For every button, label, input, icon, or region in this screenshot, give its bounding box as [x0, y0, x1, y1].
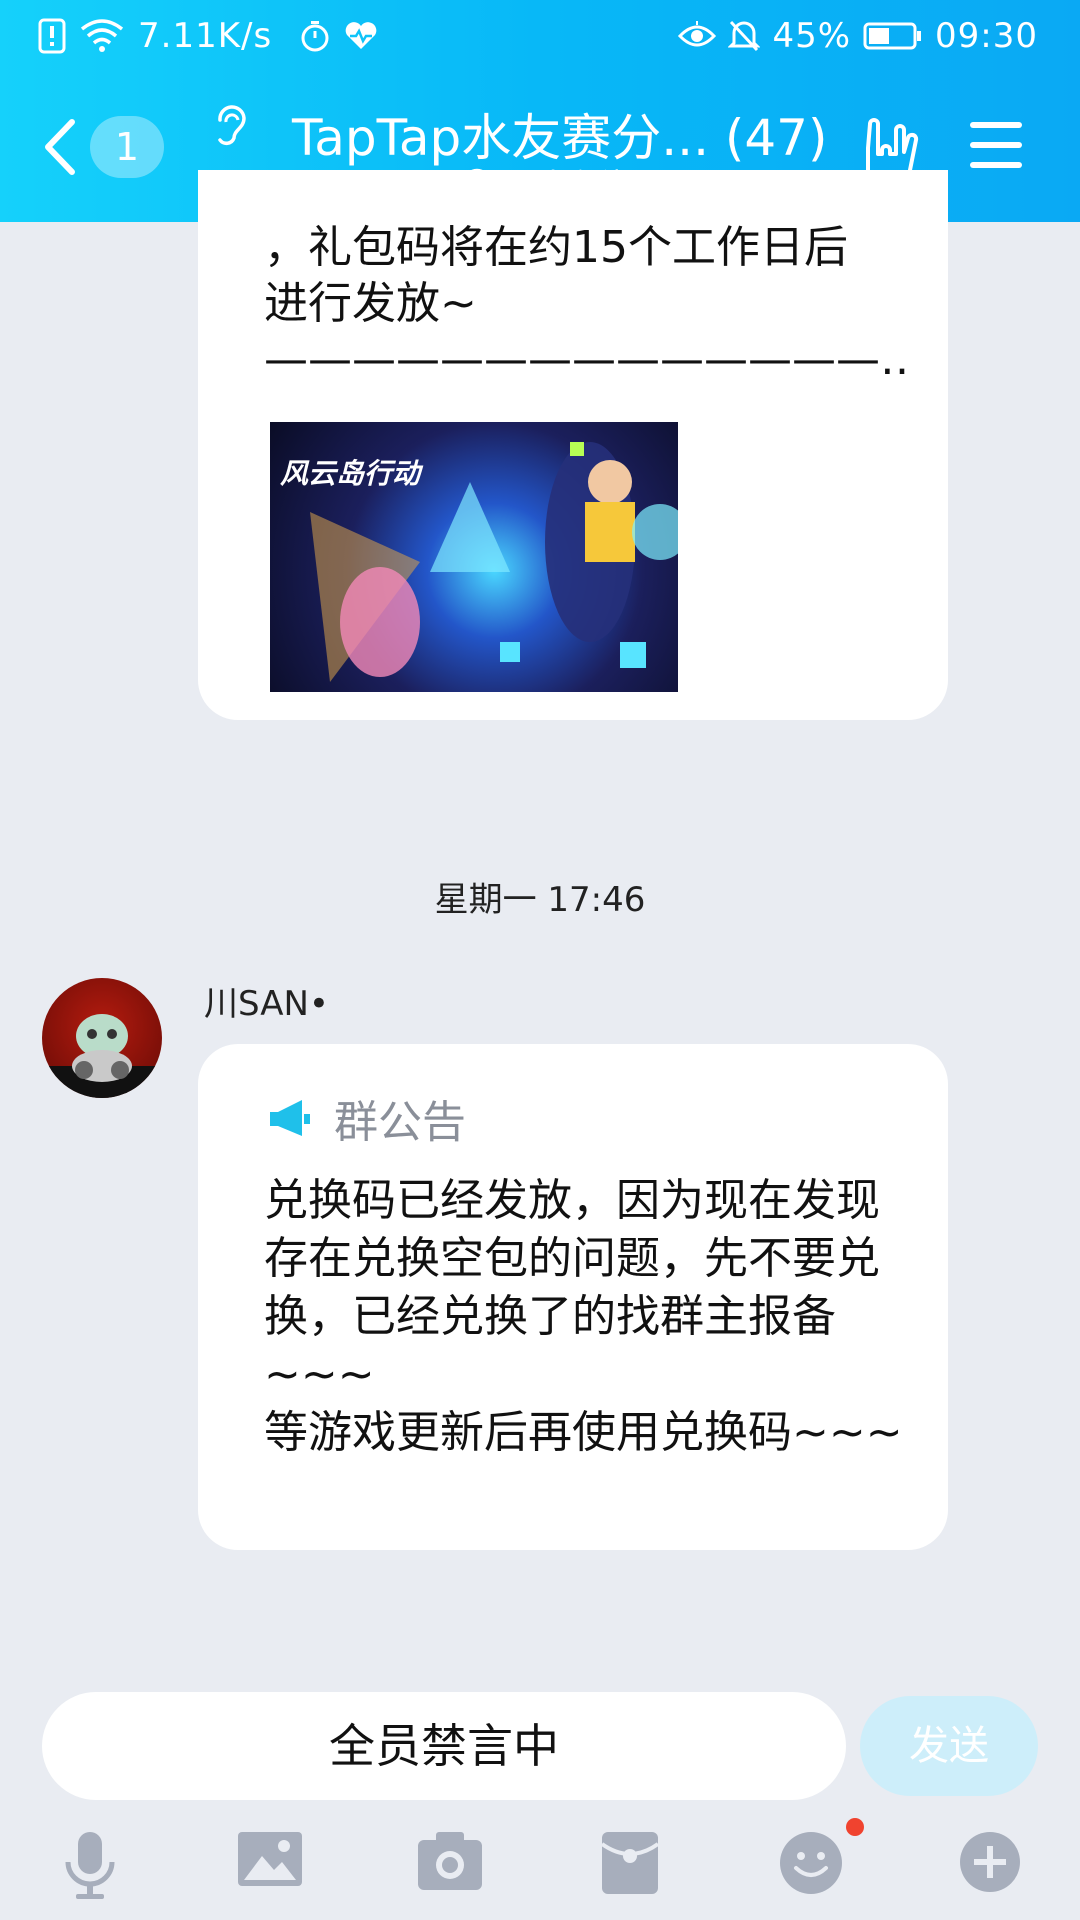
camera-button[interactable]	[416, 1830, 484, 1896]
photo-button[interactable]	[236, 1830, 304, 1892]
heart-rate-icon	[344, 21, 378, 51]
sim-alert-icon	[38, 18, 66, 54]
microphone-icon	[65, 1832, 115, 1899]
clock: 09:30	[935, 16, 1038, 56]
message-text: ，礼包码将在约15个工作日后 进行发放~ ——————————————…	[264, 220, 914, 388]
mute-bell-icon	[728, 19, 761, 53]
voice-button[interactable]	[62, 1830, 118, 1906]
more-button[interactable]	[958, 1830, 1022, 1898]
network-speed: 7.11K/s	[138, 16, 273, 56]
avatar-image	[42, 1014, 162, 1098]
red-packet-button[interactable]	[600, 1830, 660, 1900]
game-artwork	[310, 442, 678, 682]
status-bar: 7.11K/s 45% 09:30	[0, 0, 1080, 76]
message-line: 进行发放~	[264, 278, 477, 329]
message-bubble[interactable]: ，礼包码将在约15个工作日后 进行发放~ ——————————————… 风云岛…	[198, 170, 948, 720]
chevron-left-icon	[45, 119, 75, 175]
red-packet-icon	[600, 1832, 660, 1894]
notification-dot	[846, 1818, 864, 1836]
announcement-body: 兑换码已经发放，因为现在发现存在兑换空包的问题，先不要兑换，已经兑换了的找群主报…	[264, 1175, 903, 1458]
timer-icon	[300, 20, 330, 52]
message-timestamp: 星期一 17:46	[434, 880, 646, 920]
battery-percent: 45%	[772, 16, 852, 56]
input-toolbar	[0, 1820, 1080, 1920]
back-button[interactable]	[40, 116, 90, 186]
announcement-title: 群公告	[334, 1097, 466, 1148]
ear-icon[interactable]	[210, 100, 250, 154]
game-promo-image[interactable]: 风云岛行动	[270, 422, 678, 692]
eye-icon	[678, 21, 717, 51]
menu-icon[interactable]	[968, 120, 1024, 174]
message-line: ，礼包码将在约15个工作日后	[264, 222, 848, 273]
sender-name[interactable]: 川SAN•	[204, 976, 329, 1025]
announcement-bubble[interactable]: 群公告 兑换码已经发放，因为现在发现存在兑换空包的问题，先不要兑换，已经兑换了的…	[198, 1044, 948, 1550]
image-icon	[238, 1832, 302, 1886]
announcement-header: 群公告	[268, 1086, 466, 1150]
smiley-icon	[780, 1832, 842, 1894]
battery-icon	[863, 21, 923, 51]
send-button[interactable]: 发送	[860, 1696, 1038, 1796]
megaphone-icon	[270, 1100, 310, 1136]
message-input-muted[interactable]: 全员禁言中	[42, 1692, 846, 1800]
emoji-button[interactable]	[778, 1830, 844, 1900]
wifi-icon	[80, 19, 124, 53]
avatar[interactable]	[42, 978, 162, 1098]
message-line: ——————————————…	[264, 334, 914, 385]
unread-badge[interactable]: 1	[90, 116, 164, 178]
camera-icon	[418, 1832, 482, 1890]
plus-circle-icon	[960, 1832, 1020, 1892]
